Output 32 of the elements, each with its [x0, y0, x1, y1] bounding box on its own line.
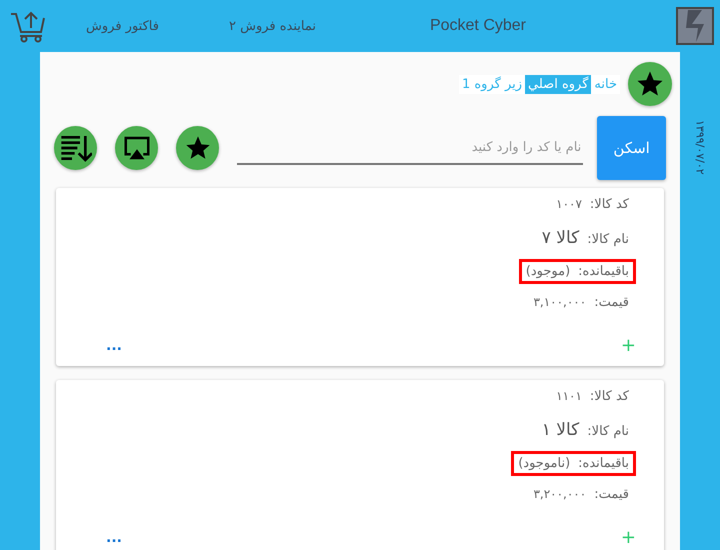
- logo-icon[interactable]: [676, 7, 714, 45]
- product-code: ۱۱۰۱: [556, 389, 582, 403]
- product-price: ۳,۲۰۰,۰۰۰: [533, 487, 586, 501]
- field-label: کد کالا:: [590, 197, 629, 212]
- app-title: Pocket Cyber: [430, 17, 526, 35]
- date-label: ۱۳۹۹/۰۷/۰۲: [694, 120, 706, 175]
- menu-link[interactable]: فاکتور فروش: [86, 18, 159, 34]
- field-label: نام کالا:: [587, 232, 629, 247]
- add-button[interactable]: +: [620, 335, 636, 356]
- add-button[interactable]: +: [620, 527, 636, 548]
- field-label: قیمت:: [594, 295, 629, 310]
- breadcrumb-item[interactable]: خانه: [591, 74, 620, 94]
- stock-status: (ناموجود): [518, 456, 570, 471]
- product-name: کالا ۷: [542, 228, 580, 248]
- field-label: نام کالا:: [587, 424, 629, 439]
- more-button[interactable]: ...: [106, 338, 122, 354]
- field-label: قیمت:: [594, 487, 629, 502]
- field-label: باقیمانده:: [578, 456, 629, 471]
- more-button[interactable]: ...: [106, 530, 122, 546]
- menu-link[interactable]: نماینده فروش ۲: [228, 18, 316, 34]
- stock-status: (موجود): [526, 264, 570, 279]
- field-label: کد کالا:: [590, 389, 629, 404]
- product-name: کالا ۱: [542, 420, 580, 440]
- product-price: ۳,۱۰۰,۰۰۰: [533, 295, 586, 309]
- product-code: ۱۰۰۷: [556, 197, 582, 211]
- scan-button[interactable]: اسکن: [597, 116, 666, 180]
- cast-icon[interactable]: [115, 126, 158, 170]
- breadcrumb-item[interactable]: گروه اصلي: [525, 74, 592, 94]
- search-field[interactable]: نام یا کد را وارد کنید: [237, 132, 584, 164]
- field-label: باقیمانده:: [578, 264, 629, 279]
- breadcrumb-item[interactable]: زير گروه 1: [458, 74, 526, 94]
- sort-icon[interactable]: [54, 126, 98, 170]
